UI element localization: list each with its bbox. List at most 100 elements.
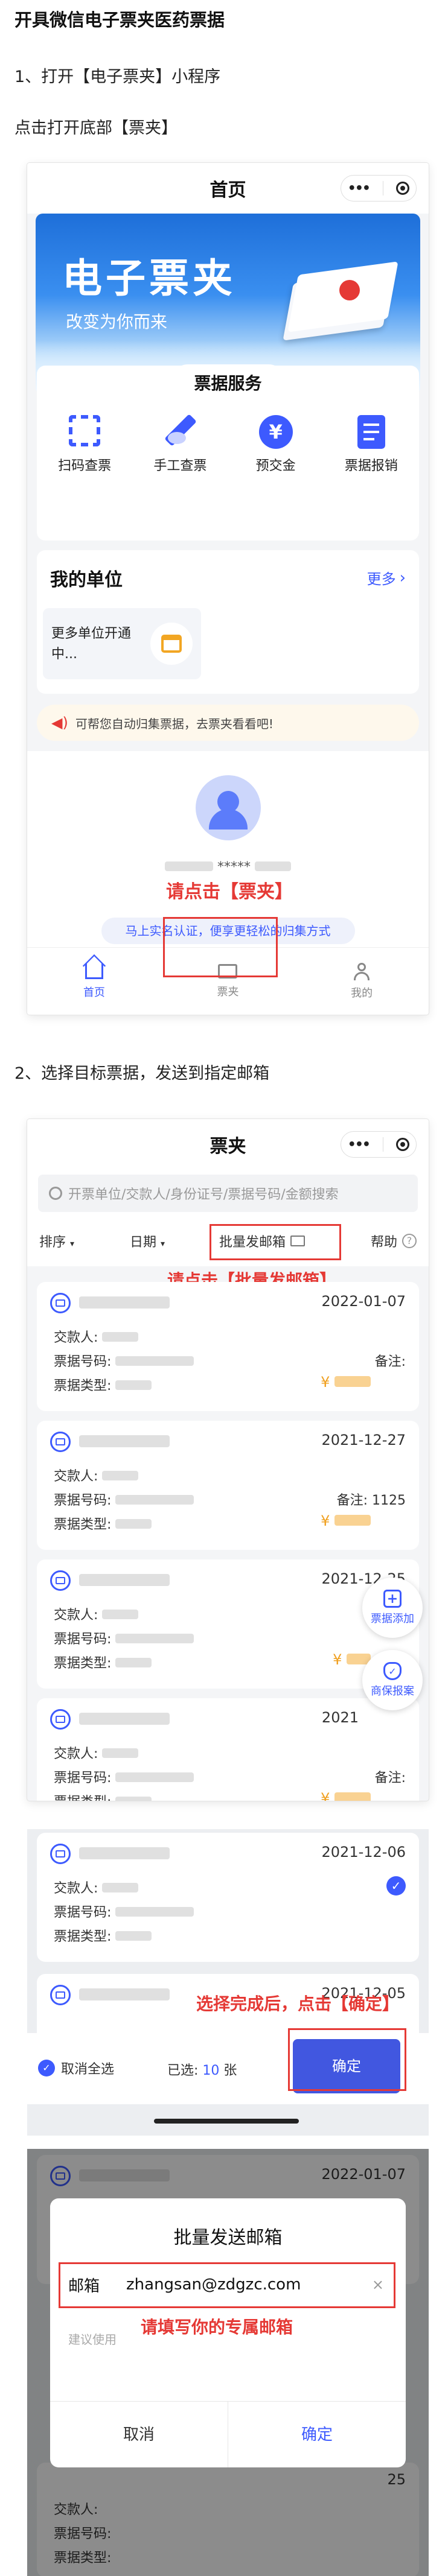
- dialog-tip: 建议使用: [68, 2332, 117, 2347]
- step3-hint: 选择完成后，点击【确定】: [196, 1994, 400, 2014]
- shield-icon: ✓: [383, 1662, 402, 1680]
- ticket-icon: [50, 1985, 71, 2005]
- services-card: 票据服务 扫码查票 手工查票 ¥ 预交金 票据报销: [37, 364, 419, 541]
- close-circle-icon[interactable]: [396, 182, 410, 195]
- masked-name: *****: [27, 860, 429, 875]
- tab-mine[interactable]: 我的: [325, 962, 398, 1000]
- service-deposit[interactable]: ¥ 预交金: [237, 415, 315, 474]
- step3-phone-screen: 2021-12-06 交款人: 票据号码: 票据类型: ✓ 2021-12-05…: [27, 1829, 429, 2136]
- batch-email-dialog: 批量发送邮箱 邮箱 zhangsan@zdgzc.com × 建议使用 请填写你…: [50, 2198, 406, 2467]
- pen-icon: [164, 414, 197, 446]
- service-label: 扫码查票: [58, 458, 112, 474]
- tab-home[interactable]: 首页: [58, 954, 130, 1000]
- step1-hint: 请点击【票夹】: [166, 881, 293, 903]
- cancel-button[interactable]: 取消: [50, 2402, 228, 2467]
- remark-label: 备注:: [374, 1771, 406, 1786]
- step4-hint: 请填写你的专属邮箱: [141, 2317, 293, 2337]
- ticket-icon: [50, 1709, 71, 1730]
- plus-icon: +: [383, 1590, 402, 1608]
- more-link[interactable]: 更多 ›: [367, 567, 406, 588]
- ticket-card[interactable]: 2021-12-06 交款人: 票据号码: 票据类型: ✓: [37, 1833, 419, 1962]
- help-button[interactable]: 帮助 ?: [371, 1231, 417, 1251]
- services-grid: 扫码查票 手工查票 ¥ 预交金 票据报销: [37, 414, 419, 474]
- step1-title: 1、打开【电子票夹】小程序: [14, 68, 221, 86]
- ticket-date: 2021-12-06: [321, 1844, 406, 1861]
- speaker-icon: ◀): [51, 714, 68, 731]
- step1-phone-screen: 首页 ••• 电子票夹 改变为你而来 票据服务 扫码查票 手工查票 ¥ 预交金 …: [27, 163, 429, 1015]
- miniprogram-capsule[interactable]: •••: [341, 1131, 417, 1158]
- step4-phone-screen: 2022-01-07 交款人: 票据号码: 票据类型: 交款人: 票据号码: 票…: [27, 2149, 429, 2576]
- highlight-email-field: [59, 2262, 395, 2308]
- miniprogram-capsule[interactable]: •••: [341, 175, 417, 201]
- ticket-date: 2021: [321, 1709, 359, 1726]
- service-reimburse[interactable]: 票据报销: [332, 415, 411, 474]
- nav-bar: 首页 •••: [27, 163, 429, 214]
- checkmark-icon: ✓: [38, 2060, 55, 2076]
- home-icon: [82, 954, 106, 979]
- search-icon: [49, 1187, 62, 1200]
- ticket-card[interactable]: 2022-01-07 交款人: 票据号码: 票据类型: 备注: ¥: [37, 1282, 419, 1411]
- page: 开具微信电子票夹医药票据 1、打开【电子票夹】小程序 点击打开底部【票夹】 首页…: [0, 0, 448, 2576]
- service-manual[interactable]: 手工查票: [141, 414, 219, 474]
- nav-title: 票夹: [210, 1136, 246, 1157]
- selected-count: 已选: 10 张: [167, 2063, 237, 2078]
- step1-instruction: 点击打开底部【票夹】: [14, 119, 178, 138]
- notice-text: 可帮您自动归集票据，去票夹看看吧!: [75, 716, 274, 731]
- calendar-icon: [150, 623, 193, 665]
- chevron-down-icon: ▾: [161, 1239, 165, 1249]
- ticket-icon: [50, 1844, 71, 1864]
- ticket-icon: [50, 1432, 71, 1452]
- date-dropdown[interactable]: 日期 ▾: [130, 1231, 165, 1251]
- close-circle-icon[interactable]: [396, 1138, 410, 1151]
- chevron-down-icon: ▾: [70, 1239, 75, 1249]
- search-placeholder: 开票单位/交款人/身份证号/票据号码/金额搜索: [68, 1187, 339, 1202]
- my-unit-card: 我的单位 更多 › 更多单位开通中...: [37, 550, 419, 694]
- chevron-right-icon: ›: [399, 568, 406, 587]
- service-label: 手工查票: [153, 458, 207, 474]
- step2-phone-screen: 票夹 ••• 开票单位/交款人/身份证号/票据号码/金额搜索 排序 ▾ 日期 ▾…: [27, 1119, 429, 1801]
- ticket-icon: [50, 1293, 71, 1313]
- more-dots-icon[interactable]: •••: [348, 181, 371, 196]
- ticket-date: 2021-12-27: [321, 1432, 406, 1448]
- nav-bar: 票夹 •••: [27, 1119, 429, 1170]
- services-title: 票据服务: [194, 373, 262, 393]
- service-scan[interactable]: 扫码查票: [45, 415, 124, 474]
- service-label: 预交金: [255, 458, 296, 474]
- cancel-all-toggle[interactable]: ✓ 取消全选: [38, 2058, 114, 2078]
- search-input[interactable]: 开票单位/交款人/身份证号/票据号码/金额搜索: [38, 1175, 418, 1212]
- user-icon: [353, 962, 371, 981]
- nav-title: 首页: [210, 180, 246, 201]
- more-units-tile[interactable]: 更多单位开通中...: [43, 608, 201, 679]
- remark-label: 备注: 1125: [336, 1493, 406, 1508]
- banner-subtitle: 改变为你而来: [66, 312, 168, 332]
- ticket-stack-illustration: [283, 261, 398, 341]
- notice-bar[interactable]: ◀) 可帮您自动归集票据，去票夹看看吧!: [37, 705, 419, 741]
- step2-title: 2、选择目标票据，发送到指定邮箱: [14, 1064, 270, 1083]
- ticket-icon: [50, 1570, 71, 1591]
- more-units-text: 更多单位开通中...: [51, 626, 132, 662]
- document-title: 开具微信电子票夹医药票据: [14, 10, 225, 30]
- home-indicator: [154, 2119, 299, 2124]
- highlight-tab-wallet: [163, 917, 278, 977]
- insurance-report-fab[interactable]: ✓ 商保报案: [362, 1650, 423, 1710]
- dialog-title: 批量发送邮箱: [173, 2227, 283, 2248]
- ticket-date: 2022-01-07: [321, 1293, 406, 1310]
- ticket-card[interactable]: 2021-12-27 交款人: 票据号码: 票据类型: 备注: 1125 ¥: [37, 1421, 419, 1550]
- question-icon: ?: [402, 1234, 417, 1248]
- sort-dropdown[interactable]: 排序 ▾: [39, 1231, 74, 1251]
- receipt-icon: [357, 415, 385, 449]
- remark-label: 备注:: [374, 1354, 406, 1369]
- scan-icon: [69, 415, 101, 446]
- more-label: 更多: [366, 571, 396, 588]
- confirm-button[interactable]: 确定: [228, 2402, 406, 2467]
- ticket-card[interactable]: 2021 交款人: 票据号码: 票据类型: 备注: ¥: [37, 1698, 419, 1801]
- add-ticket-fab[interactable]: + 票据添加: [362, 1578, 423, 1638]
- ticket-card[interactable]: 2021-12-25 交款人: 票据号码: 票据类型: ¥: [37, 1559, 419, 1689]
- checkmark-icon[interactable]: ✓: [386, 1876, 406, 1896]
- banner-title: 电子票夹: [62, 255, 236, 302]
- highlight-confirm: [288, 2028, 406, 2091]
- more-dots-icon[interactable]: •••: [348, 1137, 371, 1152]
- my-unit-title: 我的单位: [50, 569, 123, 591]
- yen-icon: ¥: [258, 415, 293, 449]
- dialog-actions: 取消 确定: [50, 2401, 406, 2467]
